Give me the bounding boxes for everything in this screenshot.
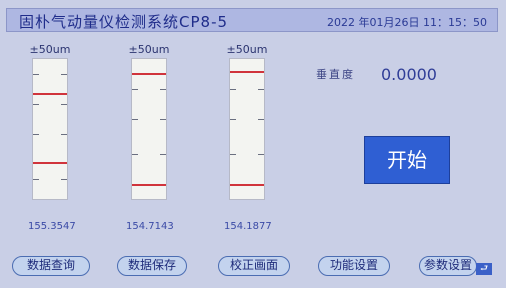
gauge-tick [33, 104, 39, 105]
gauge-2-range-label: ±50um [128, 43, 170, 56]
gauge-tick [33, 134, 39, 135]
gauge-tick [61, 179, 67, 180]
verticality-value: 0.0000 [381, 65, 437, 84]
gauge-1-value: 155.3547 [28, 221, 76, 232]
gauge-tick [230, 119, 236, 120]
gauge-tick [160, 119, 166, 120]
gauge-tick [230, 89, 236, 90]
gauge-tick [160, 89, 166, 90]
gauge-tick [61, 74, 67, 75]
gauge-tick [258, 154, 264, 155]
verticality-label: 垂直度 [316, 68, 355, 81]
title-bar: 固朴气动量仪检测系统CP8-5 2022 年01月26日 11：15：50 [6, 8, 498, 32]
calibration-screen-button[interactable]: 校正画面 [218, 256, 290, 276]
parameter-settings-button[interactable]: 参数设置 [419, 256, 477, 276]
gauge-tick [61, 134, 67, 135]
data-query-button[interactable]: 数据查询 [12, 256, 90, 276]
gauge-2-value: 154.7143 [126, 221, 174, 232]
gauge-upper-limit-line [230, 71, 264, 73]
back-arrow-icon[interactable]: ⮐ [476, 263, 492, 275]
gauge-tick [61, 104, 67, 105]
gauge-lower-limit-line [33, 162, 67, 164]
gauge-tick [132, 119, 138, 120]
gauge-tick [33, 179, 39, 180]
gauge-lower-limit-line [230, 184, 264, 186]
gauge-1-bar [32, 58, 68, 200]
gauge-3-value: 154.1877 [224, 221, 272, 232]
gauge-lower-limit-line [132, 184, 166, 186]
gauge-tick [230, 154, 236, 155]
gauge-tick [132, 154, 138, 155]
gauge-tick [160, 154, 166, 155]
start-button[interactable]: 开始 [364, 136, 450, 184]
gauge-1-range-label: ±50um [29, 43, 71, 56]
data-save-button[interactable]: 数据保存 [117, 256, 187, 276]
gauge-tick [132, 89, 138, 90]
gauge-3-bar [229, 58, 265, 200]
function-settings-button[interactable]: 功能设置 [318, 256, 390, 276]
gauge-2-bar [131, 58, 167, 200]
gauge-upper-limit-line [33, 93, 67, 95]
datetime-display: 2022 年01月26日 11：15：50 [327, 16, 487, 29]
gauge-tick [258, 89, 264, 90]
gauge-3-range-label: ±50um [226, 43, 268, 56]
hmi-screen: 固朴气动量仪检测系统CP8-5 2022 年01月26日 11：15：50 ±5… [0, 0, 506, 288]
app-title: 固朴气动量仪检测系统CP8-5 [19, 13, 229, 31]
gauge-tick [33, 74, 39, 75]
gauge-upper-limit-line [132, 73, 166, 75]
gauge-tick [258, 119, 264, 120]
